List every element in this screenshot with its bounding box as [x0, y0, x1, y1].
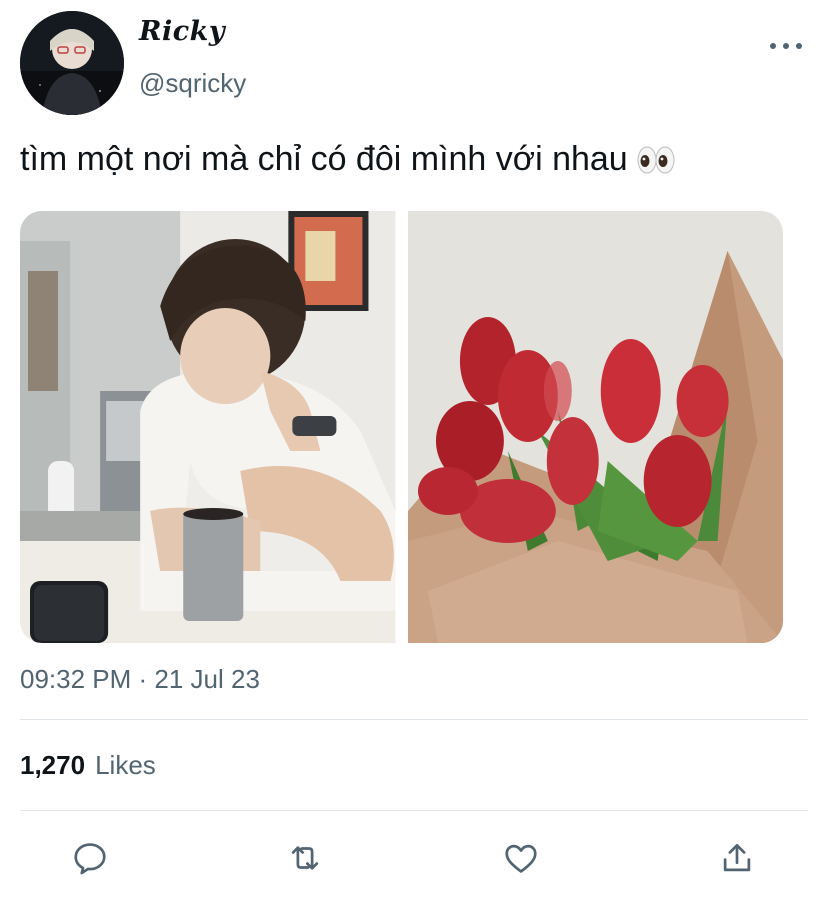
divider — [20, 719, 808, 720]
retweet-button[interactable] — [283, 836, 327, 880]
like-icon — [505, 844, 537, 873]
reply-button[interactable] — [68, 836, 112, 880]
like-button[interactable] — [499, 836, 543, 880]
media-gallery[interactable] — [20, 211, 783, 643]
display-name[interactable]: Ricky — [139, 16, 225, 47]
divider — [20, 810, 808, 811]
eyes-emoji-icon — [636, 142, 676, 178]
tweet-text: tìm một nơi mà chỉ có đôi mình với nhau — [20, 140, 676, 179]
more-options-button[interactable] — [770, 36, 802, 56]
share-button[interactable] — [715, 836, 759, 880]
more-dot-icon — [783, 43, 789, 49]
tweet-timestamp[interactable]: 09:32 PM · 21 Jul 23 — [20, 664, 260, 695]
retweet-icon — [291, 846, 319, 870]
reply-icon — [74, 843, 106, 875]
share-icon — [723, 843, 751, 872]
likes-count: 1,270 — [20, 750, 86, 780]
likes-label: Likes — [95, 750, 156, 780]
photo-red-tulip-bouquet[interactable] — [407, 211, 783, 643]
avatar[interactable] — [20, 11, 124, 115]
user-handle[interactable]: @sqricky — [139, 68, 246, 99]
more-dot-icon — [770, 43, 776, 49]
tweet-action-bar — [0, 836, 828, 880]
tweet-text-content: tìm một nơi mà chỉ có đôi mình với nhau — [20, 140, 628, 178]
photo-person-at-cafe-table[interactable] — [20, 211, 396, 643]
likes-summary[interactable]: 1,270 Likes — [20, 750, 156, 781]
more-dot-icon — [796, 43, 802, 49]
